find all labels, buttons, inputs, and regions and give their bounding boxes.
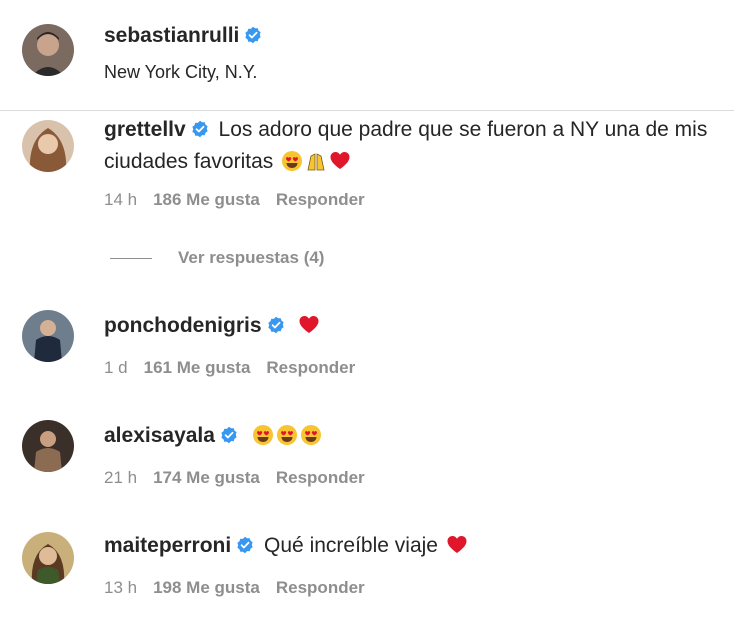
red-heart-emoji-icon xyxy=(298,314,320,336)
view-replies-line xyxy=(110,258,152,260)
heart-eyes-emoji-icon xyxy=(252,424,274,446)
comment-meta: 1 d 161 Me gusta Responder xyxy=(104,358,371,378)
comment-time: 1 d xyxy=(104,358,128,377)
comment-username[interactable]: maiteperroni xyxy=(104,534,231,557)
comment-time: 21 h xyxy=(104,468,138,487)
comment-likes[interactable]: 174 Me gusta xyxy=(153,468,260,487)
heart-eyes-emoji-icon xyxy=(276,424,298,446)
comment-meta: 14 h 186 Me gusta Responder xyxy=(104,190,381,210)
verified-badge-icon xyxy=(267,316,285,334)
comment-time: 14 h xyxy=(104,190,138,209)
heart-eyes-emoji-icon xyxy=(281,150,303,172)
divider xyxy=(0,110,734,111)
avatar[interactable] xyxy=(22,120,74,172)
reply-button[interactable]: Responder xyxy=(276,468,365,487)
comment-likes[interactable]: 161 Me gusta xyxy=(144,358,251,377)
red-heart-emoji-icon xyxy=(446,534,468,556)
comment-meta: 13 h 198 Me gusta Responder xyxy=(104,578,381,598)
avatar[interactable] xyxy=(22,310,74,362)
post-location[interactable]: New York City, N.Y. xyxy=(104,62,257,83)
red-heart-emoji-icon xyxy=(329,150,351,172)
comment-meta: 21 h 174 Me gusta Responder xyxy=(104,468,381,488)
reply-button[interactable]: Responder xyxy=(266,358,355,377)
verified-badge-icon xyxy=(236,536,254,554)
comment-likes[interactable]: 198 Me gusta xyxy=(153,578,260,597)
comment-likes[interactable]: 186 Me gusta xyxy=(153,190,260,209)
post-username[interactable]: sebastianrulli xyxy=(104,24,239,47)
heart-eyes-emoji-icon xyxy=(300,424,322,446)
verified-badge-icon xyxy=(244,26,262,44)
reply-button[interactable]: Responder xyxy=(276,578,365,597)
comment-username[interactable]: alexisayala xyxy=(104,424,215,447)
praying-hands-emoji-icon xyxy=(305,150,327,172)
view-replies-button[interactable]: Ver respuestas (4) xyxy=(110,248,324,268)
verified-badge-icon xyxy=(220,426,238,444)
view-replies-label: Ver respuestas (4) xyxy=(178,248,325,267)
comment-username[interactable]: ponchodenigris xyxy=(104,314,262,337)
comment-text: Qué increíble viaje xyxy=(264,534,438,557)
avatar[interactable] xyxy=(22,532,74,584)
comment-time: 13 h xyxy=(104,578,138,597)
post-header: sebastianrulli New York City, N.Y. xyxy=(0,0,734,110)
reply-button[interactable]: Responder xyxy=(276,190,365,209)
avatar[interactable] xyxy=(22,420,74,472)
comment-username[interactable]: grettellv xyxy=(104,118,186,141)
avatar[interactable] xyxy=(22,24,74,76)
verified-badge-icon xyxy=(191,120,209,138)
